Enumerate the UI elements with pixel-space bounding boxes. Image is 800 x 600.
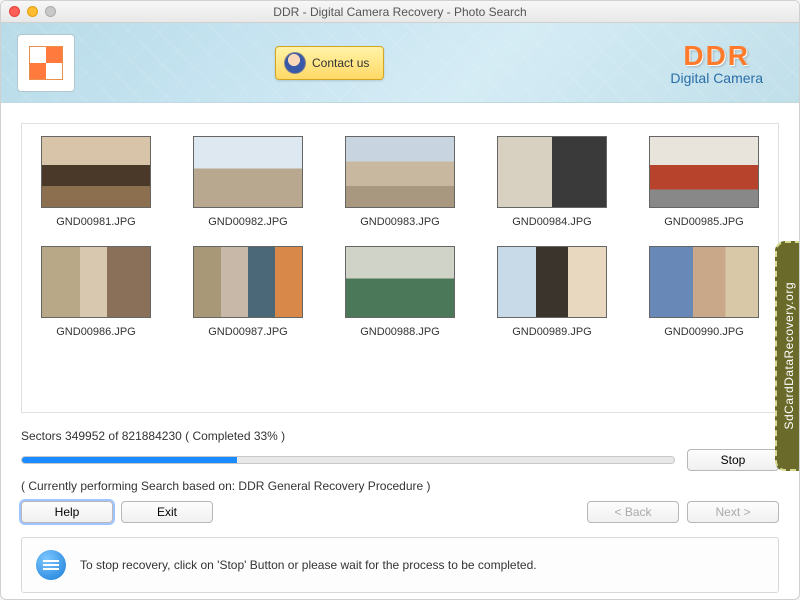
button-row: Help Exit < Back Next > <box>21 501 779 523</box>
sectors-text: Sectors 349952 of 821884230 ( Completed … <box>21 429 779 443</box>
status-text: ( Currently performing Search based on: … <box>21 479 779 493</box>
list-item[interactable]: GND00983.JPG <box>336 136 464 228</box>
window-title: DDR - Digital Camera Recovery - Photo Se… <box>1 5 799 19</box>
list-item[interactable]: GND00981.JPG <box>32 136 160 228</box>
brand-title: DDR <box>670 40 763 72</box>
list-item[interactable]: GND00986.JPG <box>32 246 160 338</box>
photo-icon <box>345 246 455 318</box>
file-label: GND00985.JPG <box>640 216 768 228</box>
thumb-row: GND00981.JPG GND00982.JPG GND00983.JPG G… <box>32 136 768 228</box>
thumb-row: GND00986.JPG GND00987.JPG GND00988.JPG G… <box>32 246 768 338</box>
side-ribbon-label: SdCardDataRecovery.org <box>782 282 796 430</box>
list-item[interactable]: GND00988.JPG <box>336 246 464 338</box>
thumbnail-panel[interactable]: GND00981.JPG GND00982.JPG GND00983.JPG G… <box>21 123 779 413</box>
brand-subtitle: Digital Camera <box>670 70 763 86</box>
file-label: GND00990.JPG <box>640 326 768 338</box>
photo-icon <box>345 136 455 208</box>
file-label: GND00986.JPG <box>32 326 160 338</box>
next-button: Next > <box>687 501 779 523</box>
file-label: GND00987.JPG <box>184 326 312 338</box>
photo-icon <box>497 246 607 318</box>
photo-icon <box>193 246 303 318</box>
person-icon <box>284 52 306 74</box>
list-item[interactable]: GND00982.JPG <box>184 136 312 228</box>
app-window: DDR - Digital Camera Recovery - Photo Se… <box>0 0 800 600</box>
brand-block: DDR Digital Camera <box>670 40 783 86</box>
file-label: GND00984.JPG <box>488 216 616 228</box>
list-item[interactable]: GND00985.JPG <box>640 136 768 228</box>
contact-label: Contact us <box>312 56 369 70</box>
checker-icon <box>29 46 63 80</box>
spacer <box>221 501 579 523</box>
photo-icon <box>649 136 759 208</box>
titlebar: DDR - Digital Camera Recovery - Photo Se… <box>1 1 799 23</box>
content-area: GND00981.JPG GND00982.JPG GND00983.JPG G… <box>1 103 799 421</box>
photo-icon <box>497 136 607 208</box>
file-label: GND00989.JPG <box>488 326 616 338</box>
header-banner: Contact us DDR Digital Camera <box>1 23 799 103</box>
contact-us-button[interactable]: Contact us <box>275 46 384 80</box>
photo-icon <box>41 136 151 208</box>
file-label: GND00988.JPG <box>336 326 464 338</box>
hint-bar: To stop recovery, click on 'Stop' Button… <box>21 537 779 593</box>
progress-bar <box>21 456 675 464</box>
stop-button[interactable]: Stop <box>687 449 779 471</box>
help-button[interactable]: Help <box>21 501 113 523</box>
file-label: GND00982.JPG <box>184 216 312 228</box>
file-label: GND00981.JPG <box>32 216 160 228</box>
list-item[interactable]: GND00984.JPG <box>488 136 616 228</box>
app-logo[interactable] <box>17 34 75 92</box>
back-button: < Back <box>587 501 679 523</box>
photo-icon <box>41 246 151 318</box>
list-item[interactable]: GND00990.JPG <box>640 246 768 338</box>
progress-row: Stop <box>21 449 779 471</box>
photo-icon <box>649 246 759 318</box>
progress-section: Sectors 349952 of 821884230 ( Completed … <box>1 421 799 537</box>
list-item[interactable]: GND00987.JPG <box>184 246 312 338</box>
info-icon <box>36 550 66 580</box>
hint-text: To stop recovery, click on 'Stop' Button… <box>80 558 537 572</box>
exit-button[interactable]: Exit <box>121 501 213 523</box>
list-item[interactable]: GND00989.JPG <box>488 246 616 338</box>
side-ribbon[interactable]: SdCardDataRecovery.org <box>775 241 800 471</box>
progress-fill <box>22 457 237 463</box>
photo-icon <box>193 136 303 208</box>
file-label: GND00983.JPG <box>336 216 464 228</box>
